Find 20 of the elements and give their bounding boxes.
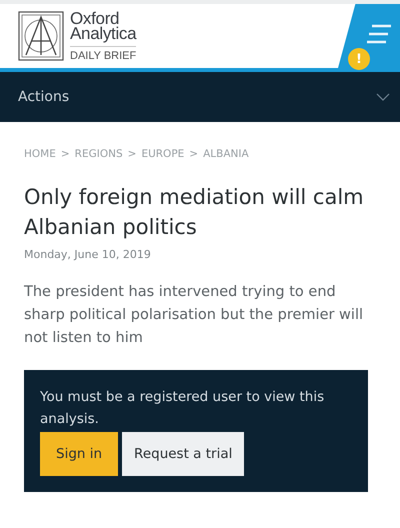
article-date: Monday, June 10, 2019 — [24, 248, 152, 261]
logo-wordmark: Analytica — [70, 26, 136, 40]
breadcrumb-separator: > — [128, 148, 136, 160]
article-summary: The president has intervened trying to end sharp political polarisation but the premier will not listen to him — [24, 283, 364, 348]
breadcrumb-link[interactable]: HOME — [24, 148, 56, 160]
breadcrumb-link[interactable]: EUROPE — [141, 148, 184, 160]
actions-dropdown[interactable]: Actions — [0, 72, 400, 122]
breadcrumb-separator: > — [60, 148, 70, 160]
trial-button[interactable]: Request a trial — [122, 432, 244, 476]
breadcrumb-link[interactable]: ALBANIA — [203, 148, 249, 160]
menu-icon[interactable] — [366, 24, 392, 44]
breadcrumb-link[interactable]: REGIONS — [74, 148, 123, 160]
logo-icon — [18, 11, 64, 61]
article-title: Only foreign mediation will calm Albanian politics — [24, 184, 365, 241]
logo-wordmark: Oxford — [70, 10, 120, 26]
breadcrumb-separator: > — [189, 148, 198, 160]
paywall-message: You must be a registered user to view this analysis. — [40, 388, 326, 429]
logo-subtitle: DAILY BRIEF — [70, 46, 136, 62]
sign-in-button[interactable]: Sign in — [40, 432, 118, 476]
chevron-icon — [376, 93, 390, 101]
